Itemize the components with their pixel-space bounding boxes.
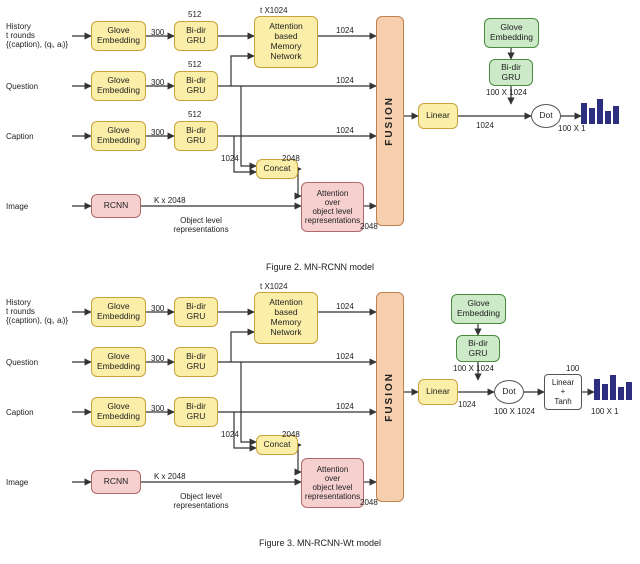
dim-300-3b: 300 xyxy=(151,404,164,413)
dim-2048-2: 2048 xyxy=(360,222,378,231)
dim-k2048: K x 2048 xyxy=(154,196,186,205)
input-caption-label: Caption xyxy=(6,132,34,141)
fusion-text: FUSION xyxy=(384,96,396,146)
linear-block: Linear xyxy=(418,103,458,129)
input-question-label-2: Question xyxy=(6,358,38,367)
figure-2-caption: Figure 2. MN-RCNN model xyxy=(6,262,634,272)
glove-answers: GloveEmbedding xyxy=(484,18,539,48)
bigru-answers-2: Bi-dirGRU xyxy=(456,335,500,362)
bigru-answers: Bi-dirGRU xyxy=(489,59,533,86)
rcnn-block-2: RCNN xyxy=(91,470,141,494)
dim-100x1: 100 X 1 xyxy=(558,124,586,133)
rcnn-block: RCNN xyxy=(91,194,141,218)
objlvl-label: Object levelrepresentations xyxy=(161,216,241,234)
dim-2048-1b: 2048 xyxy=(282,430,300,439)
glove-answers-2: GloveEmbedding xyxy=(451,294,506,324)
dim-1024-1b: 1024 xyxy=(336,302,354,311)
dim-1024-3: 1024 xyxy=(336,126,354,135)
dim-1024-2: 1024 xyxy=(336,76,354,85)
figure-3-caption: Figure 3. MN-RCNN-Wt model xyxy=(6,538,634,548)
input-question-label: Question xyxy=(6,82,38,91)
attention-objects-block-2: Attentionoverobject levelrepresentations xyxy=(301,458,364,508)
dim-k2048b: K x 2048 xyxy=(154,472,186,481)
dim-512-1: 512 xyxy=(188,10,201,19)
linear-block-2: Linear xyxy=(418,379,458,405)
objlvl-label-b: Object levelrepresentations xyxy=(161,492,241,510)
dim-300-3: 300 xyxy=(151,128,164,137)
dim-t1024b: t X1024 xyxy=(260,282,288,291)
bigru-caption-2: Bi-dirGRU xyxy=(174,397,218,427)
dim-t1024: t X1024 xyxy=(260,6,288,15)
dim-300-1b: 300 xyxy=(151,304,164,313)
dim-1024-2b: 1024 xyxy=(336,352,354,361)
glove-history-2: GloveEmbedding xyxy=(91,297,146,327)
dim-300-2: 300 xyxy=(151,78,164,87)
bigru-question: Bi-dirGRU xyxy=(174,71,218,101)
bigru-caption: Bi-dirGRU xyxy=(174,121,218,151)
dim-100: 100 xyxy=(566,364,579,373)
memnet-block: AttentionbasedMemoryNetwork xyxy=(254,16,318,68)
dot-block-2: Dot xyxy=(494,380,524,404)
dot-block: Dot xyxy=(531,104,561,128)
dim-1024-3b: 1024 xyxy=(336,402,354,411)
dim-1024-4b: 1024 xyxy=(221,430,239,439)
attention-objects-block: Attentionoverobject levelrepresentations xyxy=(301,182,364,232)
input-caption-label-2: Caption xyxy=(6,408,34,417)
dim-100x1024: 100 X 1024 xyxy=(486,88,527,97)
fusion-block: FUSION xyxy=(376,16,404,226)
output-bars-fig3 xyxy=(594,374,632,400)
output-bars-fig2 xyxy=(581,98,619,124)
dim-100x1024c: 100 X 1024 xyxy=(494,407,535,416)
dim-100x1b: 100 X 1 xyxy=(591,407,619,416)
glove-history: GloveEmbedding xyxy=(91,21,146,51)
input-image-label: Image xyxy=(6,202,28,211)
dim-1024-4: 1024 xyxy=(221,154,239,163)
input-history-label-2: Historyt rounds{(caption), (qᵢ, aᵢ)} xyxy=(6,298,69,325)
dim-512-2: 512 xyxy=(188,60,201,69)
dim-1024-5: 1024 xyxy=(476,121,494,130)
dim-512-3: 512 xyxy=(188,110,201,119)
fusion-text-2: FUSION xyxy=(384,372,396,422)
linear-tanh-block: Linear+Tanh xyxy=(544,374,582,410)
memnet-block-2: AttentionbasedMemoryNetwork xyxy=(254,292,318,344)
input-history-label: Historyt rounds{(caption), (qᵢ, aᵢ)} xyxy=(6,22,69,49)
glove-caption: GloveEmbedding xyxy=(91,121,146,151)
dim-300-2b: 300 xyxy=(151,354,164,363)
figure-3-diagram: Historyt rounds{(caption), (qᵢ, aᵢ)} Que… xyxy=(6,282,634,534)
glove-question-2: GloveEmbedding xyxy=(91,347,146,377)
input-image-label-2: Image xyxy=(6,478,28,487)
dim-1024-1: 1024 xyxy=(336,26,354,35)
figure-2-diagram: Historyt rounds{(caption), (qᵢ, aᵢ)} Que… xyxy=(6,6,634,258)
dim-2048-2b: 2048 xyxy=(360,498,378,507)
bigru-question-2: Bi-dirGRU xyxy=(174,347,218,377)
dim-100x1024b: 100 X 1024 xyxy=(453,364,494,373)
fusion-block-2: FUSION xyxy=(376,292,404,502)
dim-300-1: 300 xyxy=(151,28,164,37)
dim-2048-1: 2048 xyxy=(282,154,300,163)
glove-caption-2: GloveEmbedding xyxy=(91,397,146,427)
dim-1024-5b: 1024 xyxy=(458,400,476,409)
bigru-history: Bi-dirGRU xyxy=(174,21,218,51)
glove-question: GloveEmbedding xyxy=(91,71,146,101)
bigru-history-2: Bi-dirGRU xyxy=(174,297,218,327)
